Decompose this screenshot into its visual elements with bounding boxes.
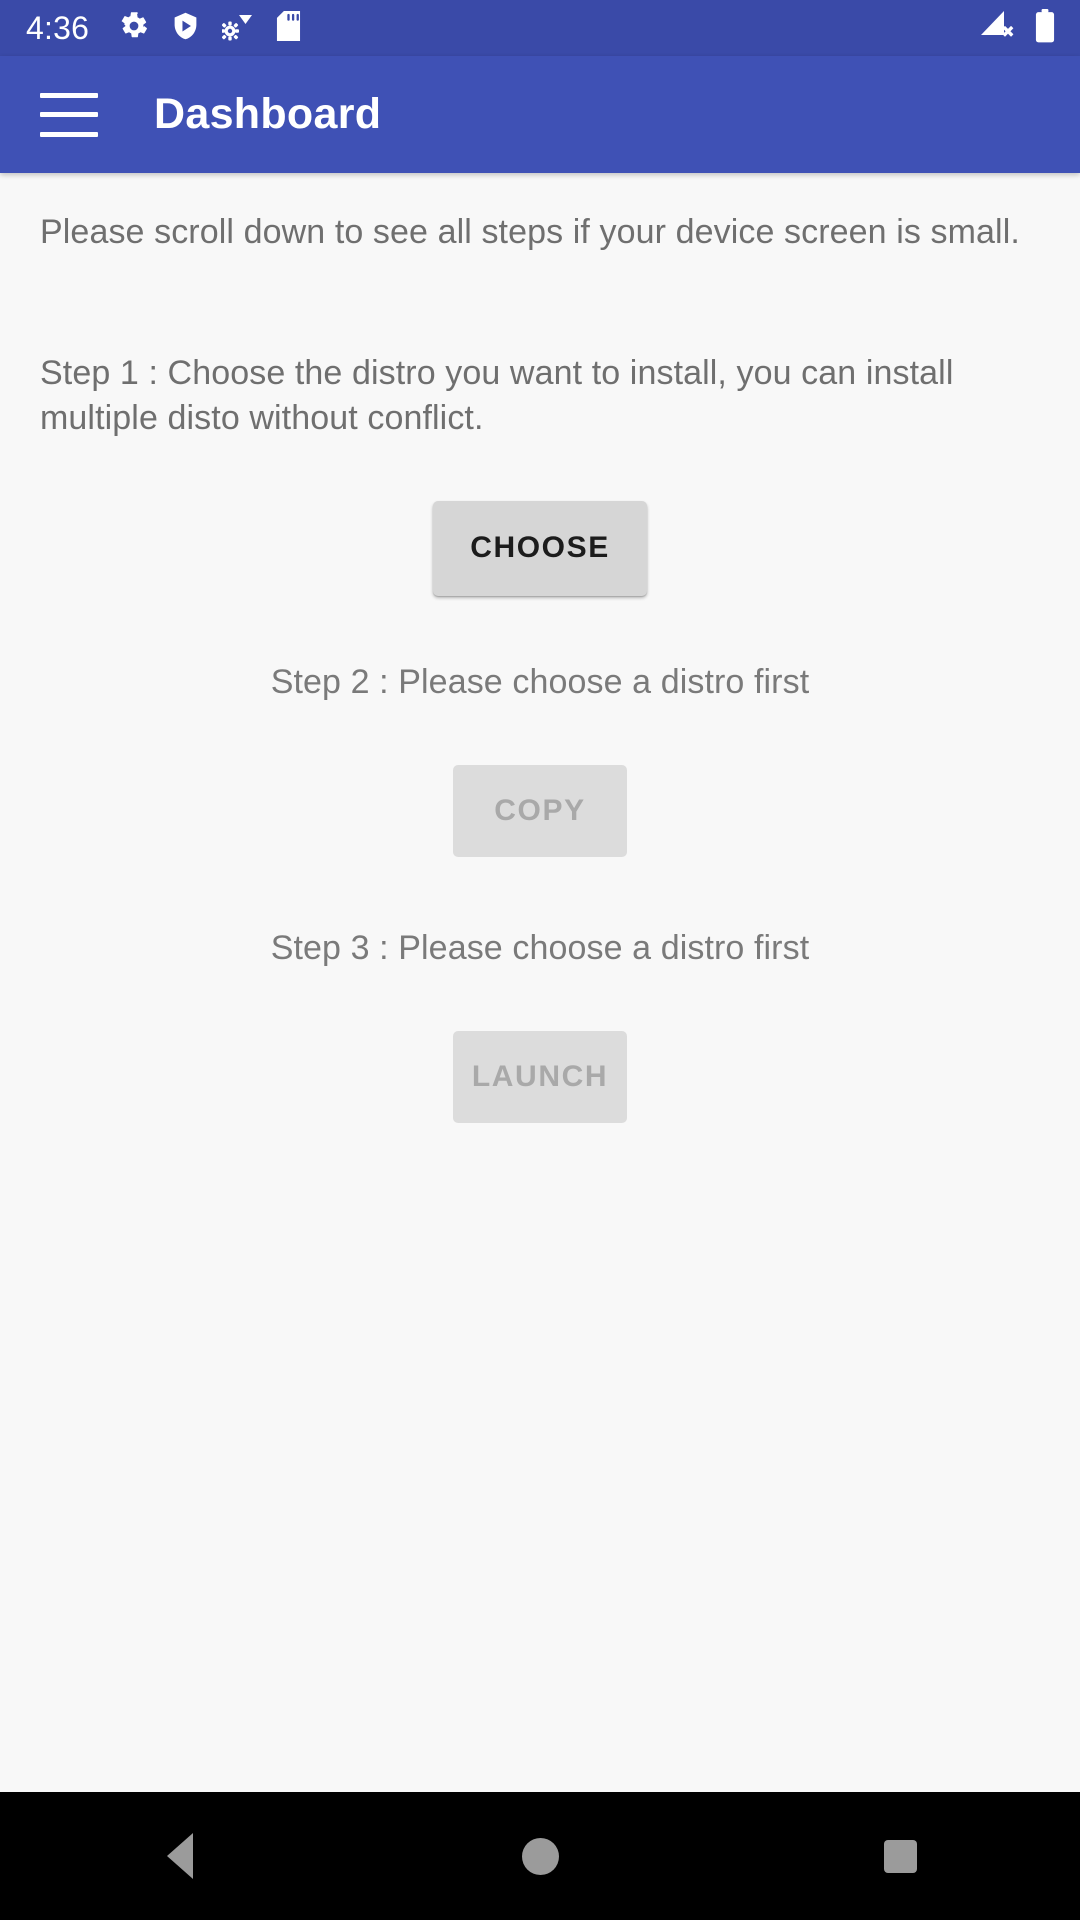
developer-settings-wifi-icon [221,11,254,46]
signal-no-service-icon [980,10,1016,47]
status-notification-icons [119,10,301,46]
status-system-icons [980,8,1056,48]
main-content: Please scroll down to see all steps if y… [0,173,1080,1792]
gear-icon [119,11,149,46]
page-title: Dashboard [154,90,382,138]
step1-button-row: CHOOSE [0,441,1080,596]
hamburger-bar-3 [40,131,98,137]
choose-button[interactable]: CHOOSE [433,500,647,596]
step1-description: Step 1 : Choose the distro you want to i… [40,353,954,437]
step3-label: Step 3 : Please choose a distro first [270,928,810,967]
app-bar: Dashboard [0,56,1080,173]
step2-button-row: COPY [0,702,1080,857]
step3-button-row: LAUNCH [0,968,1080,1123]
android-screen: 4:36 Dashboard Please scroll down to see… [0,0,1080,1920]
battery-full-icon [1034,8,1056,48]
intro-text: Please scroll down to see all steps if y… [40,213,1020,251]
back-nav-icon [167,1833,193,1879]
status-clock: 4:36 [26,10,90,46]
home-nav-icon [521,1837,559,1875]
status-bar: 4:36 [0,0,1080,56]
play-protect-shield-icon [171,11,200,46]
hamburger-menu-icon[interactable] [40,92,98,137]
recents-nav-icon [883,1839,917,1873]
step2-label: Step 2 : Please choose a distro first [270,662,810,701]
copy-button[interactable]: COPY [453,764,627,857]
hamburger-bar-2 [40,112,98,117]
hamburger-bar-1 [40,92,98,98]
home-nav-button[interactable] [360,1837,720,1875]
system-navigation-bar [0,1792,1080,1920]
launch-button[interactable]: LAUNCH [453,1030,627,1123]
back-nav-button[interactable] [0,1833,360,1879]
recents-nav-button[interactable] [720,1839,1080,1873]
sd-card-icon [276,10,301,46]
